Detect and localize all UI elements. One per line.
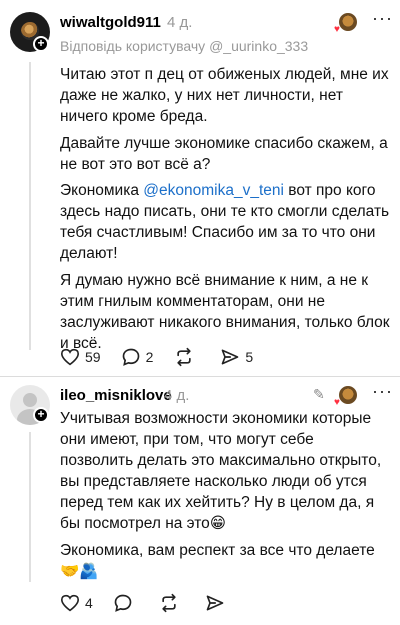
comment-paragraph: Учитывая возможности экономики которые о… — [60, 410, 382, 532]
share-button[interactable] — [205, 593, 230, 613]
send-icon — [222, 349, 239, 365]
comment-bubble-icon — [122, 348, 139, 366]
reply-button[interactable] — [113, 593, 138, 613]
comment-paragraph: Экономика, вам респект за все что делает… — [60, 542, 375, 580]
comment-paragraph-mention: Экономика @ekonomika_v_teni вот про кого… — [60, 180, 390, 264]
thread-line — [29, 62, 31, 350]
like-button[interactable]: 4 — [60, 594, 93, 612]
creator-reaction-avatar — [338, 12, 358, 32]
heart-icon: ♥ — [334, 397, 340, 408]
comment-paragraph: Я думаю нужно всё внимание к ним, а не к… — [60, 272, 390, 352]
follow-plus-icon[interactable]: + — [33, 36, 49, 52]
follow-plus-icon[interactable]: + — [33, 407, 49, 423]
reply-to-label[interactable]: Відповідь користувачу @_uurinko_333 — [60, 38, 308, 54]
creator-reaction-avatar — [338, 385, 358, 405]
heart-outline-icon — [60, 594, 80, 612]
repost-button[interactable] — [173, 347, 200, 367]
thread-line — [29, 432, 31, 582]
divider — [0, 376, 400, 377]
share-count: 5 — [245, 349, 254, 365]
action-bar: 59 2 5 — [60, 346, 273, 368]
mention-prefix: Экономика — [60, 182, 144, 199]
repost-icon — [177, 347, 192, 367]
edited-icon: ✎ — [313, 386, 325, 402]
comment-bubble-icon — [114, 594, 132, 612]
like-button[interactable]: 59 — [60, 348, 101, 366]
share-button[interactable]: 5 — [220, 347, 253, 367]
reply-count: 2 — [145, 349, 154, 365]
username[interactable]: ileo_misniklove — [60, 387, 172, 404]
reply-button[interactable]: 2 — [121, 347, 154, 367]
mention-link[interactable]: @ekonomika_v_teni — [143, 182, 284, 199]
username[interactable]: wiwaltgold911 — [60, 14, 161, 31]
like-count: 4 — [85, 595, 93, 611]
send-icon — [206, 595, 224, 611]
heart-icon: ♥ — [334, 24, 340, 35]
timestamp: 4 д. — [164, 387, 190, 404]
heart-outline-icon — [60, 348, 80, 366]
more-options-icon[interactable]: ··· — [372, 8, 393, 29]
comment-paragraph: Читаю этот п дец от обиженых людей, мне … — [60, 66, 389, 125]
like-count: 59 — [85, 349, 101, 365]
repost-icon — [162, 593, 176, 613]
comment-paragraph: Давайте лучше экономике спасибо скажем, … — [60, 135, 388, 173]
timestamp: 4 д. — [167, 14, 193, 31]
more-options-icon[interactable]: ··· — [372, 381, 393, 402]
repost-button[interactable] — [158, 593, 185, 613]
action-bar: 4 — [60, 592, 250, 614]
